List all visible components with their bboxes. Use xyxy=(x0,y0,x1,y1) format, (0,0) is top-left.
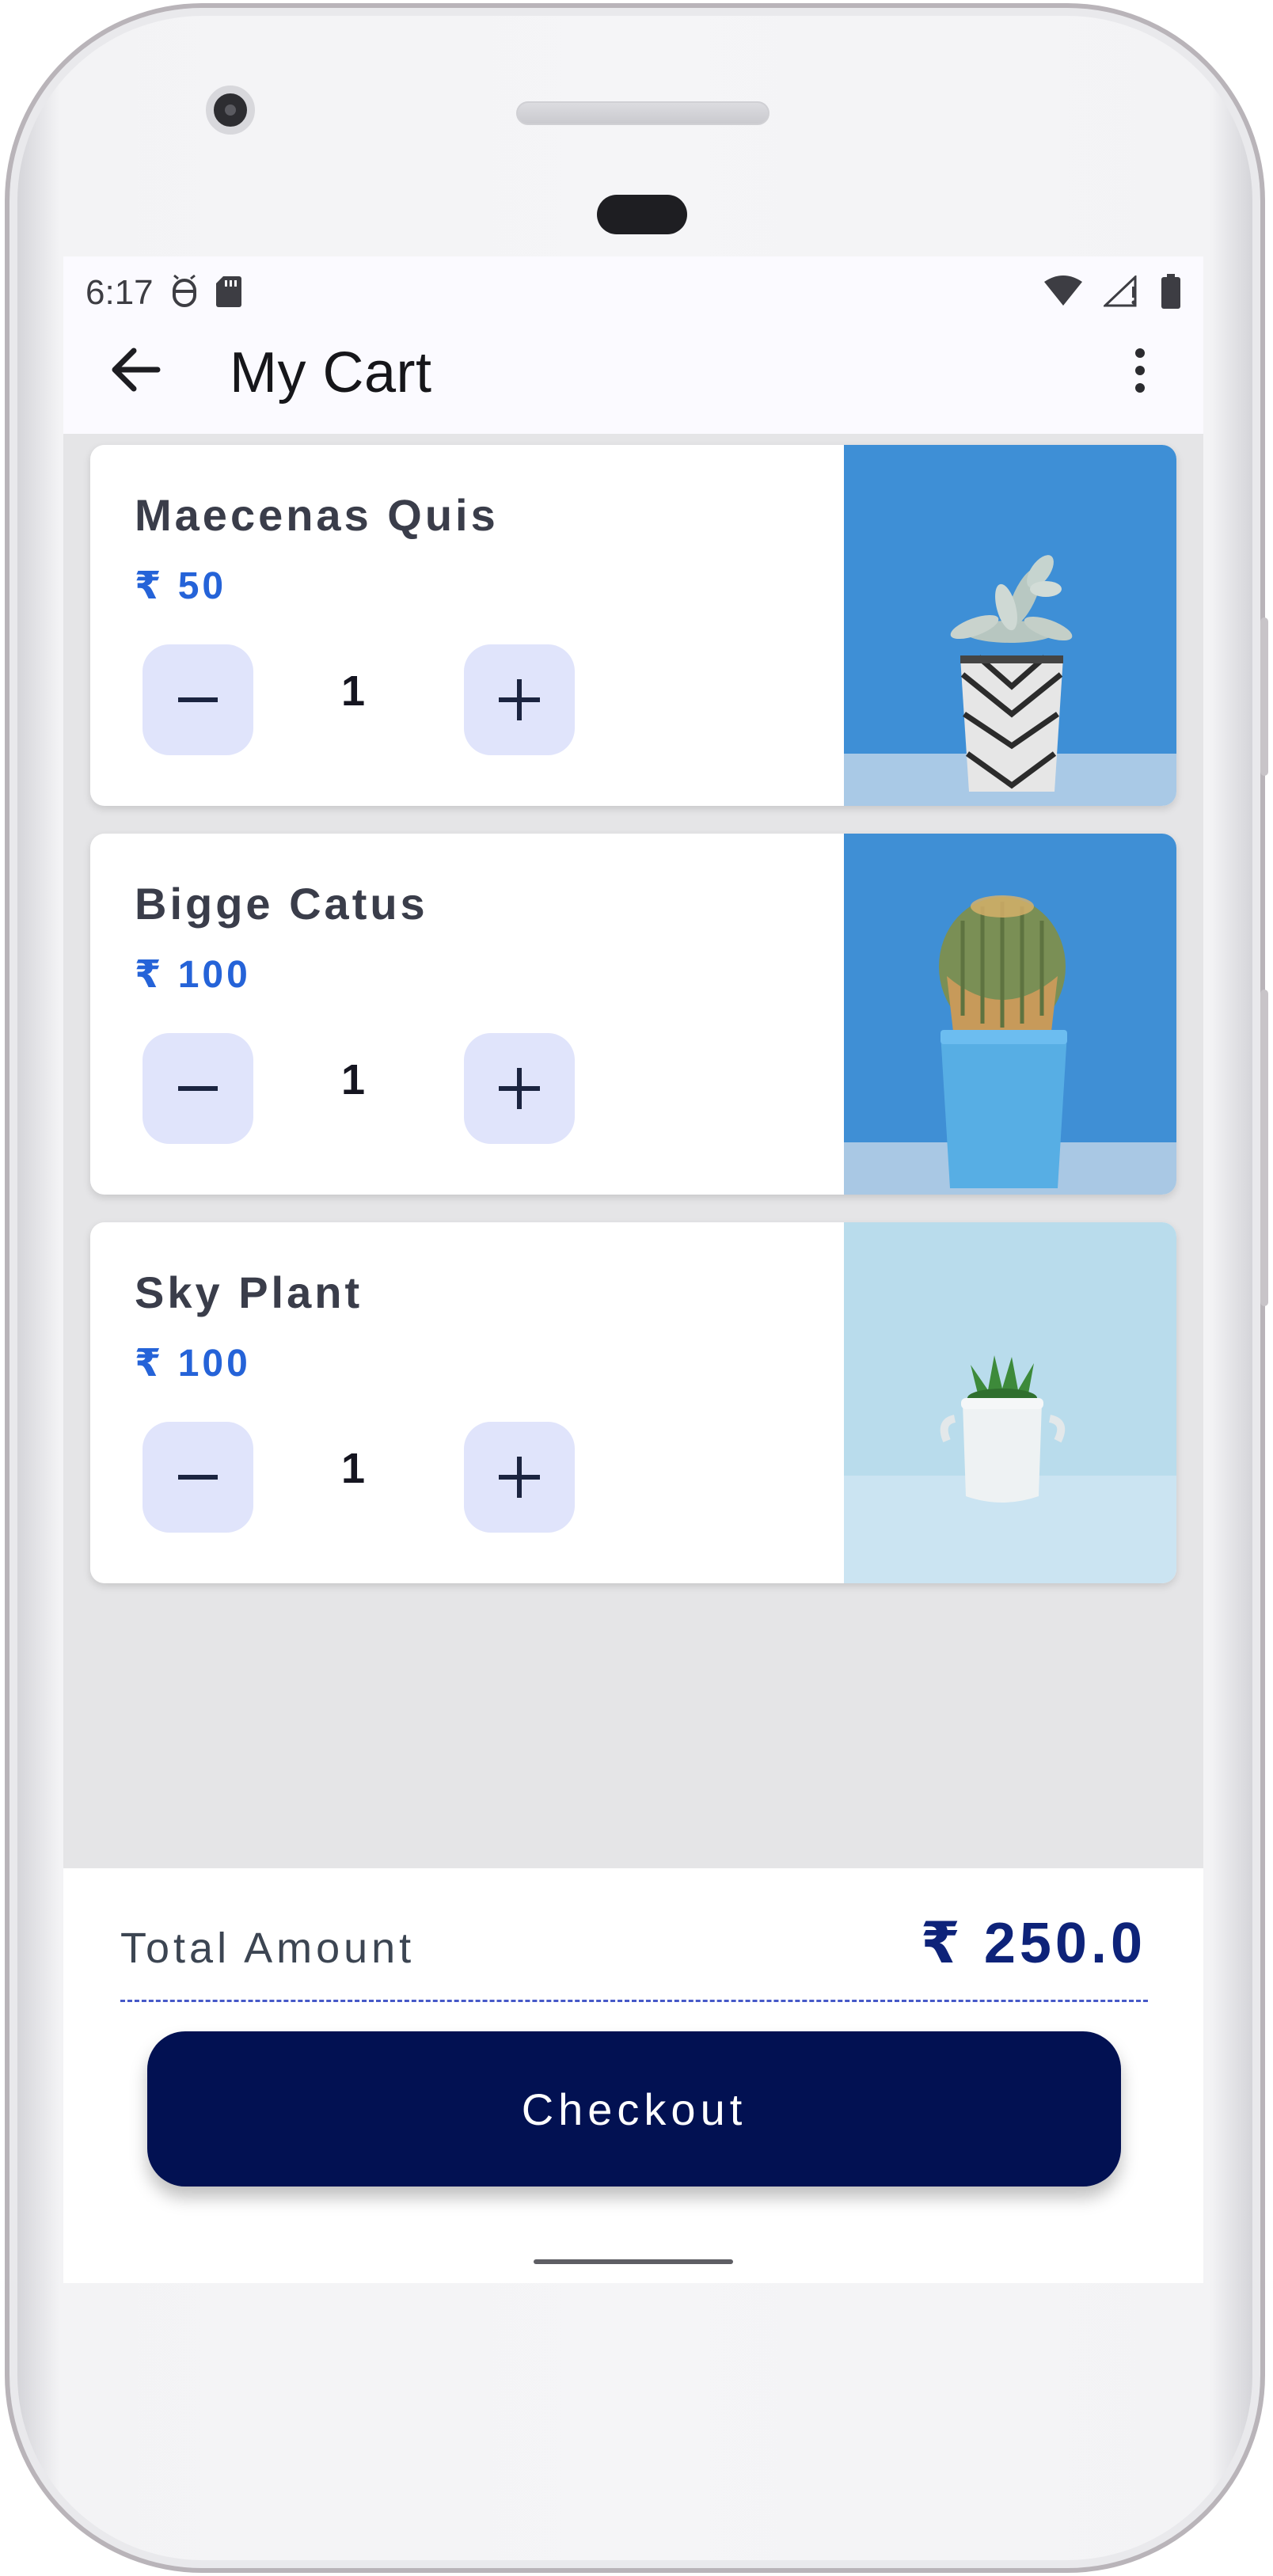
front-camera xyxy=(206,85,255,135)
screen: 6:17 My Cart Maecenas Quis ₹ 50 1 Bigge … xyxy=(63,256,1203,2283)
minus-icon xyxy=(178,1086,218,1091)
app-bar: 6:17 My Cart xyxy=(63,256,1203,434)
cart-item-card: Maecenas Quis ₹ 50 1 xyxy=(90,445,1176,806)
arrow-left-icon xyxy=(112,348,161,392)
page-title: My Cart xyxy=(230,341,432,405)
item-name: Bigge Catus xyxy=(135,879,428,929)
total-amount-label: Total Amount xyxy=(120,1924,416,1972)
wifi-icon xyxy=(1043,275,1083,311)
power-button xyxy=(1260,990,1268,1306)
divider xyxy=(120,2000,1148,2002)
decrease-quantity-button[interactable] xyxy=(142,644,253,755)
more-vert-icon[interactable] xyxy=(1124,339,1156,402)
signal-icon xyxy=(1102,274,1140,311)
volume-button xyxy=(1260,617,1268,776)
decrease-quantity-button[interactable] xyxy=(142,1033,253,1144)
toolbar: My Cart xyxy=(63,320,1203,415)
battery-icon xyxy=(1161,273,1181,313)
plus-icon xyxy=(499,1068,540,1109)
status-bar: 6:17 xyxy=(86,269,1181,317)
order-summary: Total Amount ₹ 250.0 Checkout xyxy=(63,1868,1203,2283)
home-indicator xyxy=(534,2259,733,2264)
status-time: 6:17 xyxy=(86,273,154,312)
product-image xyxy=(844,445,1176,806)
increase-quantity-button[interactable] xyxy=(464,1033,575,1144)
cart-item-card: Sky Plant ₹ 100 1 xyxy=(90,1222,1176,1583)
product-image xyxy=(844,1222,1176,1583)
item-price: ₹ 50 xyxy=(135,565,227,607)
total-amount-value: ₹ 250.0 xyxy=(920,1912,1146,1975)
minus-icon xyxy=(178,697,218,702)
earpiece-speaker xyxy=(516,101,770,125)
sd-card-icon xyxy=(215,275,242,312)
item-quantity: 1 xyxy=(340,667,366,715)
proximity-sensor xyxy=(597,195,687,234)
increase-quantity-button[interactable] xyxy=(464,644,575,755)
item-quantity: 1 xyxy=(340,1056,366,1104)
increase-quantity-button[interactable] xyxy=(464,1422,575,1533)
minus-icon xyxy=(178,1475,218,1480)
item-name: Sky Plant xyxy=(135,1267,363,1317)
decrease-quantity-button[interactable] xyxy=(142,1422,253,1533)
item-quantity: 1 xyxy=(340,1445,366,1492)
item-price: ₹ 100 xyxy=(135,954,251,996)
item-price: ₹ 100 xyxy=(135,1343,251,1385)
cart-list: Maecenas Quis ₹ 50 1 Bigge Catus ₹ 100 1… xyxy=(90,445,1176,1611)
plus-icon xyxy=(499,1457,540,1498)
product-image xyxy=(844,834,1176,1195)
checkout-button[interactable]: Checkout xyxy=(147,2031,1121,2187)
usb-debug-icon xyxy=(171,274,198,313)
back-button[interactable] xyxy=(108,342,163,397)
item-name: Maecenas Quis xyxy=(135,490,499,540)
cart-item-card: Bigge Catus ₹ 100 1 xyxy=(90,834,1176,1195)
plus-icon xyxy=(499,679,540,720)
